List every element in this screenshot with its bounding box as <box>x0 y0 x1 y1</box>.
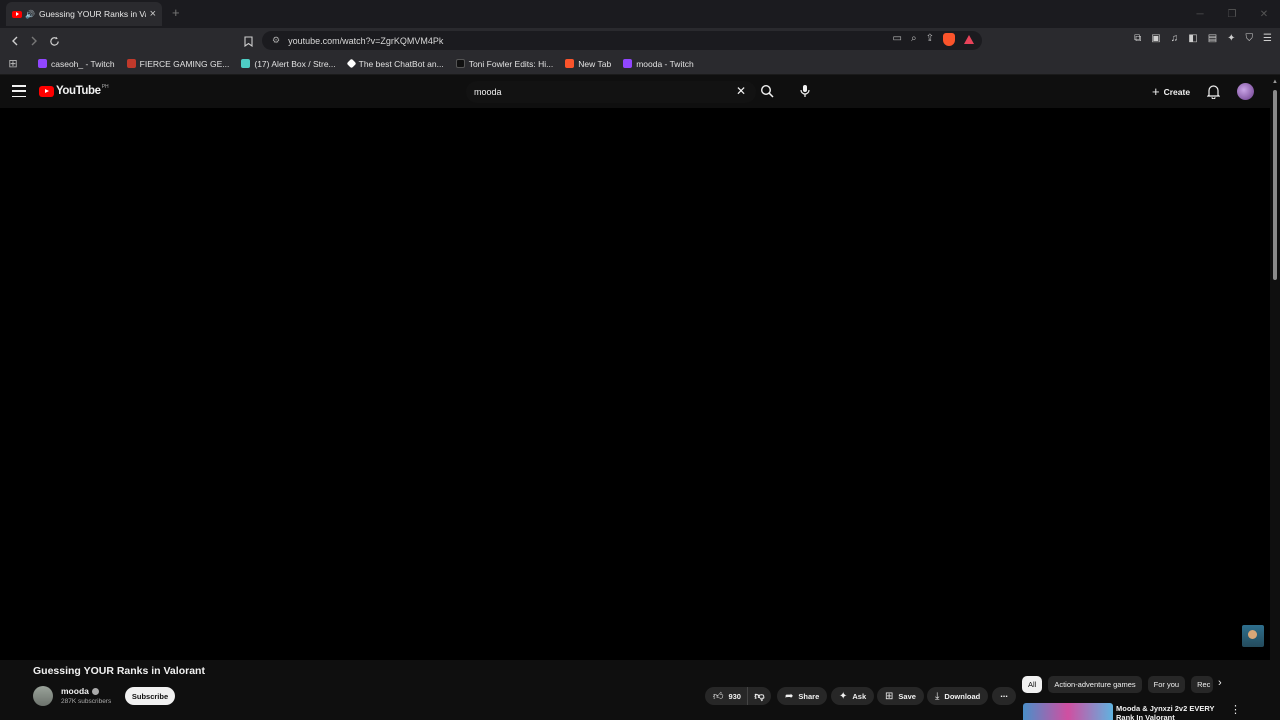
apps-grid-icon[interactable]: ⊞ <box>0 57 26 70</box>
chip-for-you[interactable]: For you <box>1147 676 1186 693</box>
url-text: youtube.com/watch?v=ZgrKQMVM4Pk <box>288 35 444 46</box>
channel-name[interactable]: mooda <box>61 686 99 696</box>
channel-avatar[interactable] <box>33 686 53 706</box>
extensions-icon[interactable]: ⧉ <box>1134 33 1141 44</box>
plus-icon: + <box>1152 84 1160 99</box>
video-player[interactable] <box>0 108 1270 660</box>
clear-search-icon[interactable]: ✕ <box>736 84 746 98</box>
verified-badge-icon <box>91 687 99 695</box>
like-button[interactable]: 👍︎ 930 <box>705 687 748 705</box>
bookmark-item[interactable]: caseoh_ - Twitch <box>38 59 115 69</box>
window-controls: ─ ❐ ✕ <box>1184 0 1280 28</box>
youtube-favicon-icon <box>12 10 22 18</box>
bookmark-item[interactable]: mooda - Twitch <box>623 59 694 69</box>
cast-icon[interactable]: ▭ <box>893 33 902 46</box>
share-page-icon[interactable]: ⇪ <box>926 33 934 46</box>
thumbs-up-icon: 👍︎ <box>713 691 724 702</box>
new-tab-button[interactable]: + <box>172 5 180 20</box>
bookmark-item[interactable]: The best ChatBot an... <box>346 58 444 69</box>
youtube-header: YouTube PH mooda ✕ + Create <box>0 76 1270 108</box>
audio-playing-icon[interactable]: 🔊 <box>25 10 35 19</box>
save-playlist-icon: ⊞ <box>885 690 894 702</box>
reload-icon[interactable] <box>45 32 63 50</box>
search-input[interactable]: mooda <box>466 81 756 103</box>
streamlabs-favicon-icon <box>241 59 251 68</box>
thumbs-down-icon: 👎︎ <box>754 691 765 702</box>
address-bar[interactable]: ⚙ youtube.com/watch?v=ZgrKQMVM4Pk ▭ ⌕ ⇪ <box>262 31 982 50</box>
maximize-icon[interactable]: ❐ <box>1216 0 1248 28</box>
dislike-button[interactable]: 👎︎ <box>748 687 771 705</box>
recommendation-thumbnail[interactable] <box>1023 703 1113 720</box>
sidebar-icon[interactable]: ◧ <box>1188 33 1197 44</box>
related-filter-chips: All Action-adventure games For you Rec <box>1022 676 1214 693</box>
download-icon: ⤓ <box>935 690 940 702</box>
chevron-right-icon[interactable]: › <box>1218 677 1222 689</box>
chatbot-favicon-icon <box>346 58 357 69</box>
forward-icon[interactable] <box>25 32 43 50</box>
more-actions-button[interactable]: ⋯ <box>992 687 1016 705</box>
brave-favicon-icon <box>565 59 575 68</box>
tab-title: Guessing YOUR Ranks in Valorant <box>38 9 146 19</box>
close-window-icon[interactable]: ✕ <box>1248 0 1280 28</box>
channel-watermark[interactable] <box>1242 625 1264 647</box>
notifications-bell-icon[interactable] <box>1206 84 1221 100</box>
save-button[interactable]: ⊞ Save <box>877 687 924 705</box>
wallet-icon[interactable]: ▤ <box>1208 33 1217 44</box>
media-icon[interactable]: ♫ <box>1171 33 1179 44</box>
minimize-icon[interactable]: ─ <box>1184 0 1216 28</box>
download-button[interactable]: ⤓ Download <box>927 687 989 705</box>
brave-rewards-icon[interactable] <box>964 35 974 44</box>
bookmark-icon[interactable] <box>239 32 257 50</box>
more-vertical-icon[interactable]: ⋮ <box>1230 703 1241 716</box>
more-horizontal-icon: ⋯ <box>1000 691 1008 701</box>
youtube-play-icon <box>39 85 54 97</box>
brave-shields-icon[interactable] <box>943 33 955 46</box>
leo-ai-icon[interactable]: ✦ <box>1227 33 1235 44</box>
scroll-up-icon[interactable]: ▲ <box>1272 79 1278 85</box>
bookmark-item[interactable]: New Tab <box>565 59 611 69</box>
back-icon[interactable] <box>6 32 24 50</box>
tab-close-icon[interactable]: × <box>150 8 156 20</box>
reader-mode-icon[interactable]: ▣ <box>1151 33 1160 44</box>
subscribe-button[interactable]: Subscribe <box>125 687 175 705</box>
search-icon[interactable] <box>760 84 776 100</box>
sparkle-icon: ✦ <box>839 690 848 702</box>
twitch-favicon-icon <box>38 59 47 68</box>
scrollbar-thumb[interactable] <box>1273 90 1277 280</box>
site-settings-icon[interactable]: ⚙ <box>272 35 280 46</box>
page-scrollbar[interactable]: ▲ <box>1270 76 1280 720</box>
browser-toolbar-right: ⧉ ▣ ♫ ◧ ▤ ✦ ⛉ ☰ <box>1134 33 1272 44</box>
twitch-favicon-icon <box>623 59 633 68</box>
chip-action-adventure[interactable]: Action-adventure games <box>1048 676 1142 693</box>
tiktok-favicon-icon <box>455 59 465 68</box>
bookmarks-bar: ⊞ caseoh_ - Twitch FIERCE GAMING GE... (… <box>0 53 1280 75</box>
recommendation-title[interactable]: Mooda & Jynxzi 2v2 EVERY Rank In Valoran… <box>1116 704 1216 720</box>
create-button[interactable]: + Create <box>1152 84 1190 99</box>
account-avatar[interactable] <box>1237 83 1254 100</box>
bookmark-item[interactable]: Toni Fowler Edits: Hi... <box>455 59 553 69</box>
microphone-icon[interactable] <box>795 80 815 102</box>
ask-button[interactable]: ✦ Ask <box>831 687 875 705</box>
video-title: Guessing YOUR Ranks in Valorant <box>33 665 205 677</box>
zoom-icon[interactable]: ⌕ <box>911 33 917 46</box>
fierce-favicon-icon <box>126 59 136 68</box>
share-button[interactable]: ➦ Share <box>777 687 828 705</box>
search-query: mooda <box>474 87 502 97</box>
browser-tab-bar: 🔊 Guessing YOUR Ranks in Valorant × + ─ … <box>0 0 1280 28</box>
chip-recent[interactable]: Rec <box>1191 676 1214 693</box>
address-bar-actions: ▭ ⌕ ⇪ <box>893 33 974 46</box>
share-icon: ➦ <box>785 690 794 702</box>
youtube-logo[interactable]: YouTube PH <box>39 84 109 97</box>
menu-icon[interactable]: ☰ <box>1263 33 1272 44</box>
subscriber-count: 287K subscribers <box>61 698 112 705</box>
guide-menu-icon[interactable] <box>12 85 26 97</box>
chip-all[interactable]: All <box>1022 676 1043 693</box>
like-dislike-group: 👍︎ 930 👎︎ <box>705 687 771 705</box>
bookmark-item[interactable]: FIERCE GAMING GE... <box>126 59 229 69</box>
vpn-icon[interactable]: ⛉ <box>1246 33 1254 44</box>
bookmark-item[interactable]: (17) Alert Box / Stre... <box>241 59 336 69</box>
browser-tab-active[interactable]: 🔊 Guessing YOUR Ranks in Valorant × <box>6 2 162 26</box>
